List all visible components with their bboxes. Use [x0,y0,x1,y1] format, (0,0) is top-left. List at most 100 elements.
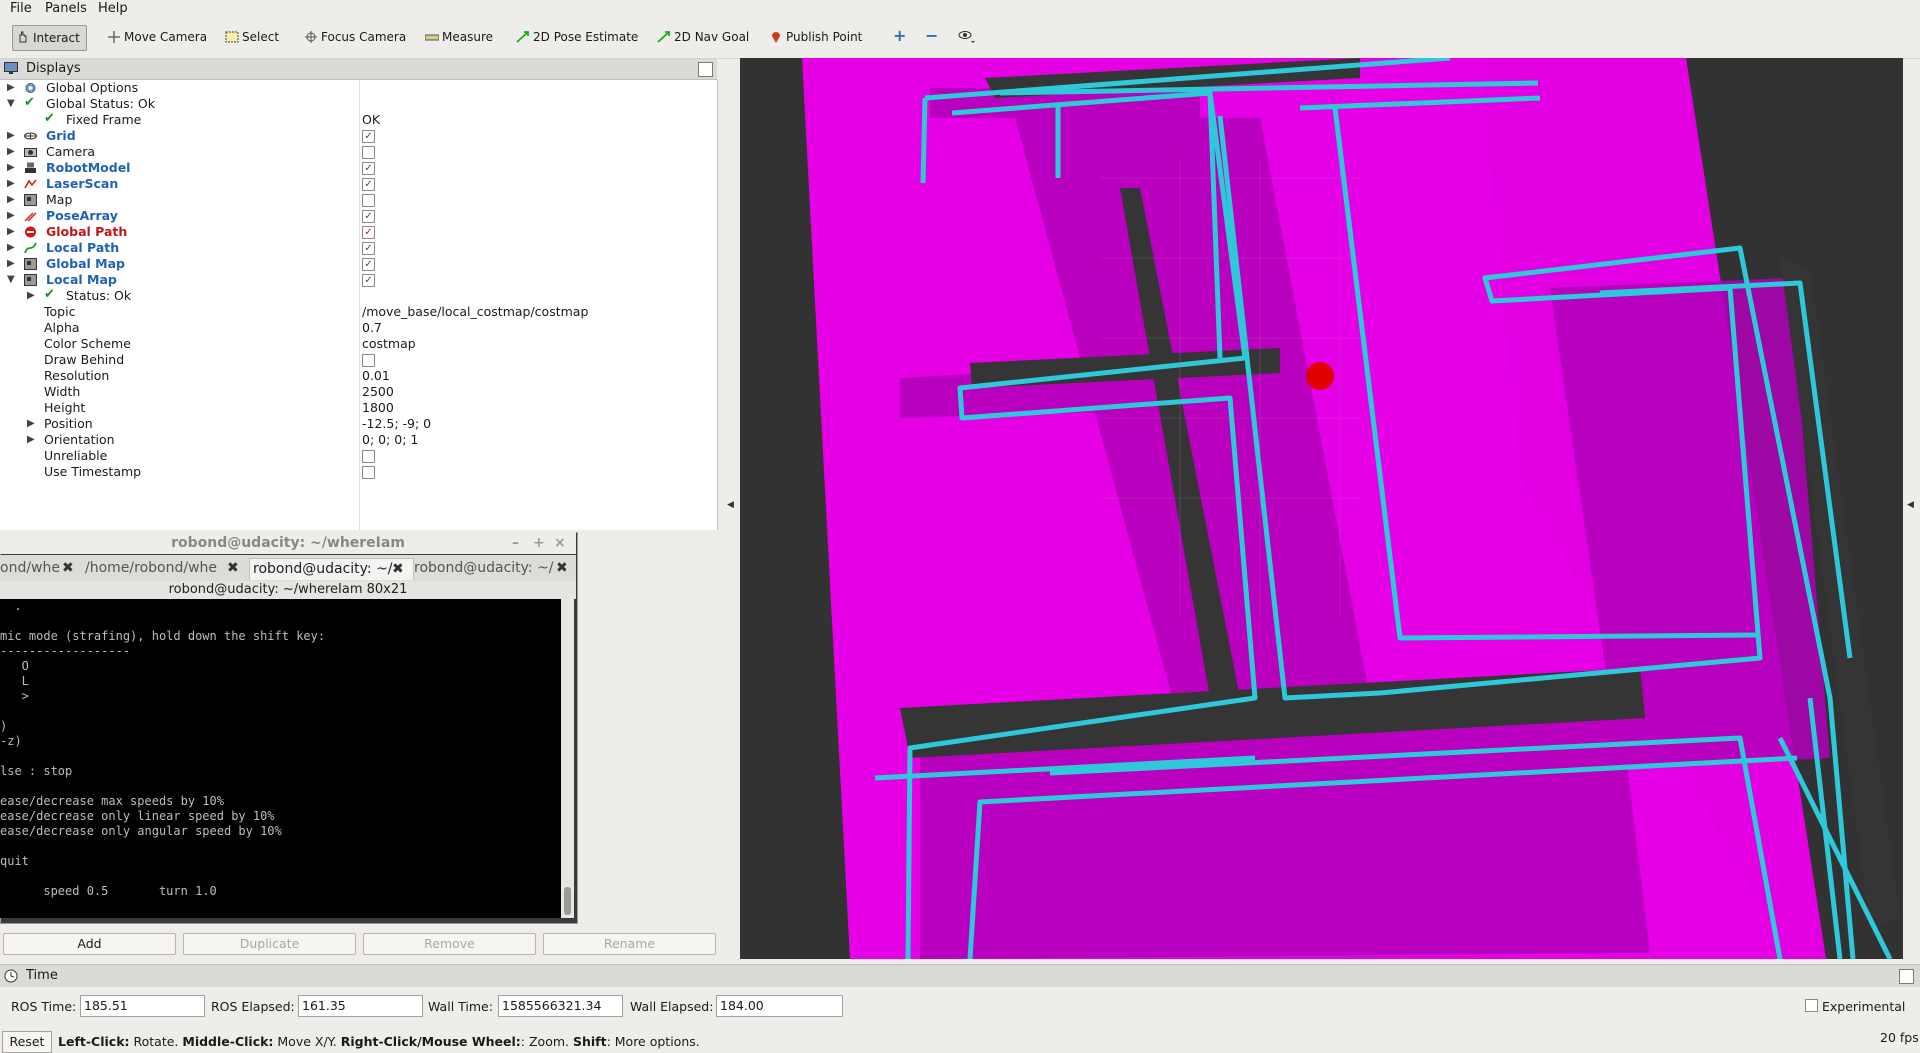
publish-point-tool-button[interactable]: Publish Point [766,26,862,48]
view-eye-icon[interactable] [958,28,976,44]
move-camera-tool-button[interactable]: Move Camera [104,26,207,48]
monitor-icon [4,62,18,74]
displays-title: Displays [26,61,81,76]
close-tab-icon[interactable]: ✖ [62,558,74,579]
terminal-text: . mic mode (strafing), hold down the shi… [0,599,561,899]
terminal-size-label: robond@udacity: ~/whereIam 80x21 [0,581,576,599]
terminal-line: ) [0,719,8,733]
wall-elapsed-field[interactable]: 184.00 [716,995,843,1017]
terminal-line: O [0,659,29,673]
time-panel-header: Time [0,964,1920,987]
column-divider[interactable] [359,80,360,530]
maximize-icon[interactable]: + [533,532,545,554]
menu-file[interactable]: File [10,1,32,16]
scrollbar-thumb[interactable] [564,887,571,915]
status-bar: Reset Left-Click: Rotate. Middle-Click: … [0,1030,1920,1053]
path-icon [24,242,37,254]
alpha-value[interactable]: 0.7 [362,320,382,336]
terminal-tab-4[interactable]: robond@udacity: ~/ ✖ [414,558,574,579]
measure-tool-button[interactable]: Measure [422,26,493,48]
grid-enabled-checkbox[interactable]: ✓ [362,130,375,143]
map-pin-icon [772,32,780,43]
terminal-tab-3[interactable]: robond@udacity: ~/ ✖ [249,558,414,580]
time-undock-button[interactable] [1899,969,1914,984]
terminal-tabs: ond/whe ✖ /home/robond/whe ✖ robond@udac… [0,555,576,581]
terminal-scrollbar[interactable] [561,599,574,918]
remove-tool-icon[interactable]: − [925,28,943,44]
checkmark-icon: ✔ [44,287,55,302]
map-enabled-checkbox[interactable] [362,194,375,207]
collapse-left-icon[interactable]: ◀ [727,500,734,510]
clock-icon [4,969,18,983]
ros-time-field[interactable]: 185.51 [80,995,205,1017]
displays-panel-header: Displays [0,59,717,80]
global-path-enabled-checkbox[interactable]: ✓ [362,226,375,239]
add-display-button[interactable]: Add [3,933,176,955]
focus-camera-tool-button[interactable]: Focus Camera [301,26,406,48]
terminal-line: quit [0,854,29,868]
3d-viewport[interactable] [740,58,1903,959]
terminal-tab-1[interactable]: ond/whe ✖ [0,558,78,579]
local-map-enabled-checkbox[interactable]: ✓ [362,274,375,287]
robot-marker [1306,362,1334,390]
select-tool-button[interactable]: Select [222,26,279,48]
posearray-enabled-checkbox[interactable]: ✓ [362,210,375,223]
close-icon[interactable]: × [554,532,566,554]
terminal-line: speed 0.5 turn 1.0 [0,884,217,898]
2d-nav-goal-tool-button[interactable]: 2D Nav Goal [654,26,749,48]
camera-icon [24,148,37,157]
unreliable-checkbox[interactable] [362,450,375,463]
minimize-icon[interactable]: – [512,532,519,554]
collapse-right-icon[interactable]: ◀ [1907,500,1914,510]
terminal-line: . [0,599,22,613]
terminal-line: ease/decrease only angular speed by 10% [0,824,282,838]
ruler-icon [425,34,439,41]
crosshair-icon [305,31,317,43]
close-tab-icon[interactable]: ✖ [556,558,568,579]
menu-panels[interactable]: Panels [45,1,87,16]
hand-icon [19,31,27,43]
color-scheme-value[interactable]: costmap [362,336,416,352]
wall-time-field[interactable]: 1585566321.34 [498,995,623,1017]
time-row: ROS Time: 185.51 ROS Elapsed: 161.35 Wal… [0,987,1920,1021]
robot-icon [25,162,36,173]
selection-box-icon [225,31,239,43]
close-tab-icon[interactable]: ✖ [392,559,404,580]
local-path-enabled-checkbox[interactable]: ✓ [362,242,375,255]
checkmark-icon: ✔ [44,111,55,126]
2d-pose-estimate-tool-button[interactable]: 2D Pose Estimate [513,26,638,48]
add-tool-icon[interactable]: + [893,28,907,44]
undock-button[interactable] [698,62,713,77]
fps-counter: 20 fps [1880,1030,1919,1045]
robotmodel-enabled-checkbox[interactable]: ✓ [362,162,375,175]
terminal-output[interactable]: . mic mode (strafing), hold down the shi… [0,599,561,918]
pose-array-icon [24,212,37,222]
menu-help[interactable]: Help [98,1,128,16]
interact-tool-button[interactable]: Interact [12,25,87,51]
gear-icon [25,83,36,93]
global-map-enabled-checkbox[interactable]: ✓ [362,258,375,271]
time-title: Time [26,968,58,983]
camera-enabled-checkbox[interactable] [362,146,375,159]
use-timestamp-checkbox[interactable] [362,466,375,479]
menu-bar: File Panels Help [0,0,1920,18]
terminal-line: ease/decrease max speeds by 10% [0,794,224,808]
terminal-tab-2[interactable]: /home/robond/whe ✖ [85,558,245,579]
reset-button[interactable]: Reset [2,1031,52,1053]
terminal-titlebar[interactable]: robond@udacity: ~/whereIam – + × [0,532,576,554]
topic-value[interactable]: /move_base/local_costmap/costmap [362,304,588,320]
laserscan-enabled-checkbox[interactable]: ✓ [362,178,375,191]
rename-display-button[interactable]: Rename [543,933,716,955]
terminal-line: ease/decrease only linear speed by 10% [0,809,275,823]
experimental-checkbox[interactable] [1805,999,1818,1012]
ros-elapsed-field[interactable]: 161.35 [298,995,423,1017]
terminal-line: L [0,674,29,688]
close-tab-icon[interactable]: ✖ [227,558,239,579]
map-icon [24,258,37,270]
move-arrows-icon [108,31,120,43]
duplicate-display-button[interactable]: Duplicate [183,933,356,955]
draw-behind-checkbox[interactable] [362,354,375,367]
remove-display-button[interactable]: Remove [363,933,536,955]
